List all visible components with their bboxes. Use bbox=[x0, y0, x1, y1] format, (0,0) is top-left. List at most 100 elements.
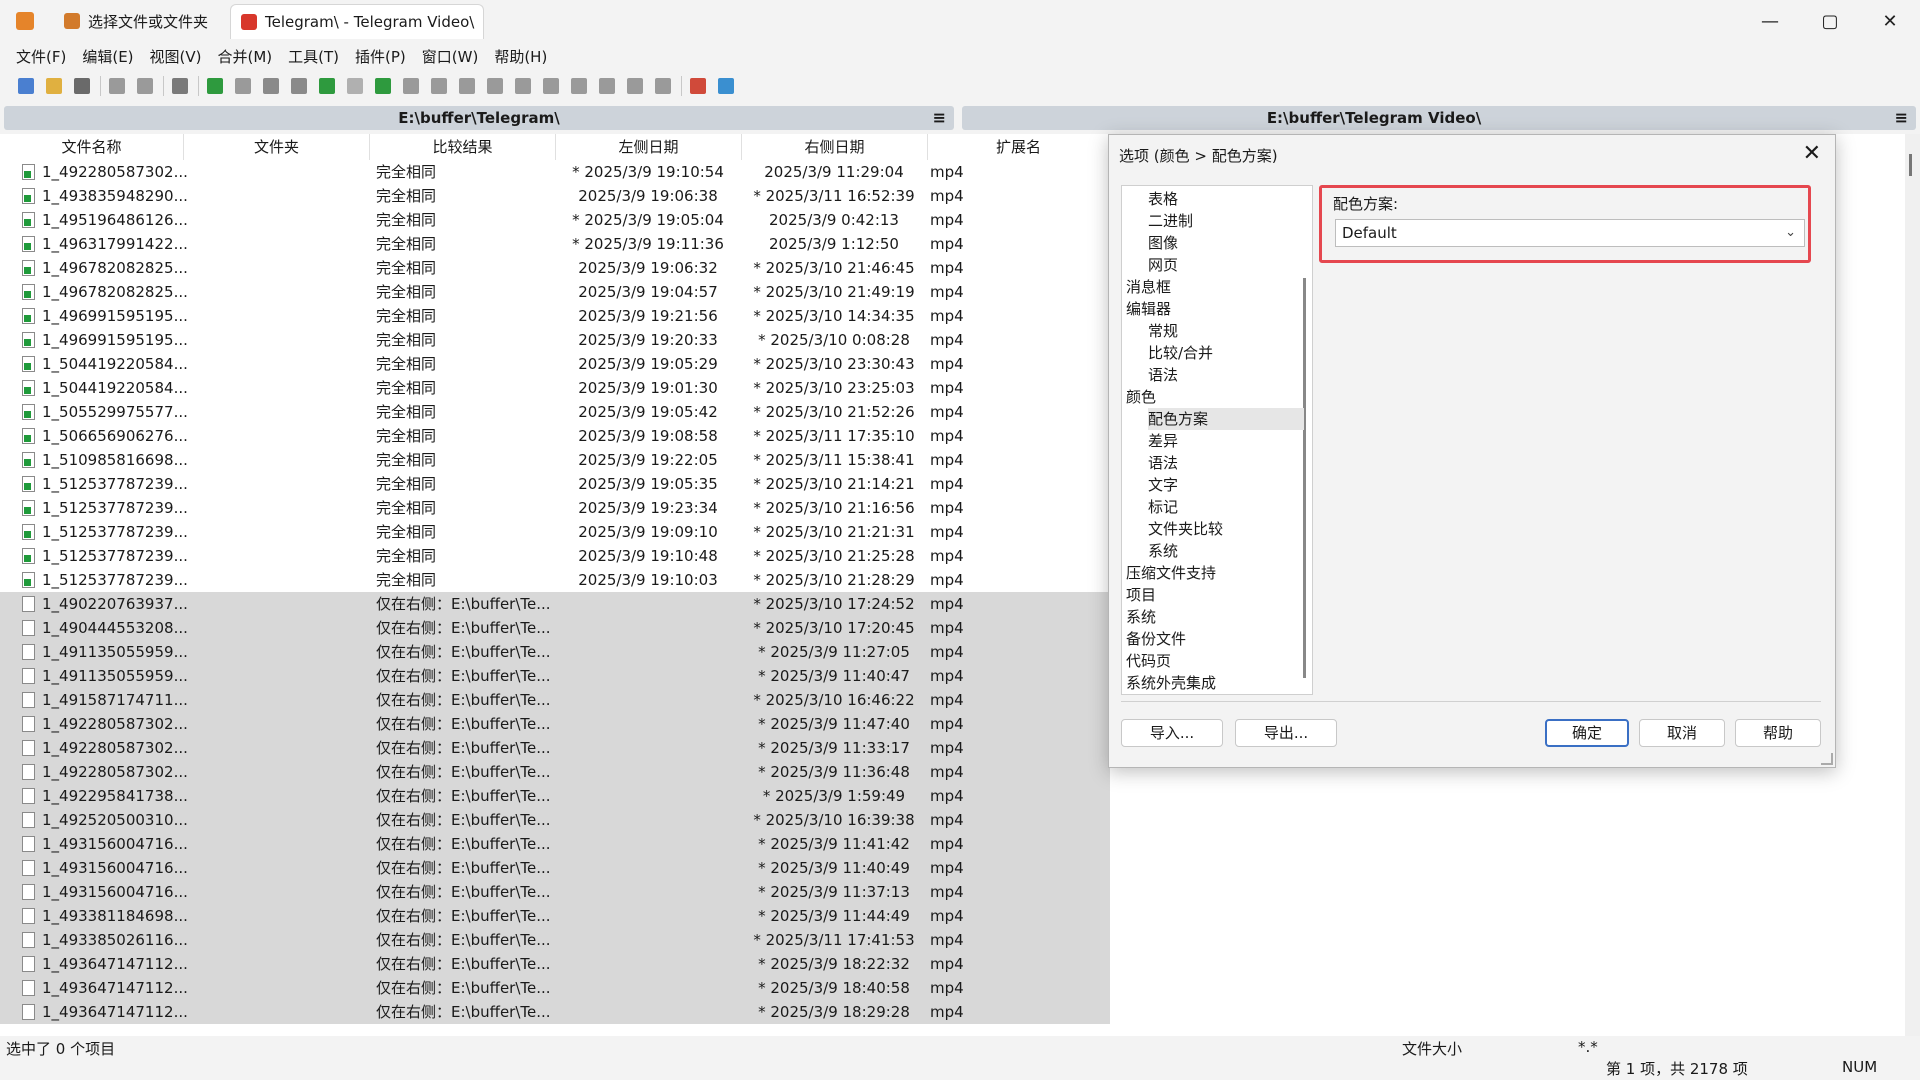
tree-item[interactable]: 编辑器 bbox=[1126, 298, 1304, 320]
tree-item[interactable]: 文件夹比较 bbox=[1148, 518, 1304, 540]
nav-icon-button[interactable] bbox=[567, 75, 591, 97]
nav-icon-button[interactable] bbox=[511, 75, 535, 97]
tree-item[interactable]: 备份文件 bbox=[1126, 628, 1304, 650]
table-row[interactable]: 1_493156004716... 仅在右侧：E:\buffer\Te... * 2… bbox=[0, 856, 1110, 880]
nav-icon-button[interactable] bbox=[399, 75, 423, 97]
maximize-button[interactable]: ▢ bbox=[1800, 0, 1860, 42]
column-header-1[interactable]: 文件夹 bbox=[184, 134, 370, 160]
table-row[interactable]: 1_493647147112... 仅在右侧：E:\buffer\Te... * 2… bbox=[0, 976, 1110, 1000]
table-row[interactable]: 1_512537787239... 完全相同 2025/3/9 19:23:34 * … bbox=[0, 496, 1110, 520]
column-header-2[interactable]: 比较结果 bbox=[370, 134, 556, 160]
tab-select-files[interactable]: 选择文件或文件夹 bbox=[58, 4, 228, 38]
tree-item[interactable]: 语法 bbox=[1148, 364, 1304, 386]
table-row[interactable]: 1_493647147112... 仅在右侧：E:\buffer\Te... * 2… bbox=[0, 952, 1110, 976]
print-icon-button[interactable] bbox=[168, 75, 192, 97]
column-header-5[interactable]: 扩展名 bbox=[928, 134, 1110, 160]
right-scrollbar[interactable] bbox=[1905, 134, 1920, 1036]
nav-icon-button[interactable] bbox=[539, 75, 563, 97]
help-button[interactable]: 帮助 bbox=[1735, 719, 1821, 747]
table-row[interactable]: 1_496782082825... 完全相同 2025/3/9 19:04:57 * … bbox=[0, 280, 1110, 304]
options-tree[interactable]: 表格 二进制 图像 网页 消息框 编辑器 常规 比较/合并 语法 颜色 配色方案 差异 语法 文字 标记 文件… bbox=[1121, 185, 1313, 695]
table-row[interactable]: 1_496782082825... 完全相同 2025/3/9 19:06:32 * … bbox=[0, 256, 1110, 280]
copy-right-icon-button[interactable] bbox=[259, 75, 283, 97]
tree-item[interactable]: 语法 bbox=[1148, 452, 1304, 474]
tree-item[interactable]: 颜色 bbox=[1126, 386, 1304, 408]
prev-diff-icon-button[interactable] bbox=[231, 75, 255, 97]
redo-icon-button[interactable] bbox=[133, 75, 157, 97]
tree-item[interactable]: 网页 bbox=[1148, 254, 1304, 276]
table-row[interactable]: 1_493385026116... 仅在右侧：E:\buffer\Te... * 2… bbox=[0, 928, 1110, 952]
table-row[interactable]: 1_492280587302... 仅在右侧：E:\buffer\Te... * 2… bbox=[0, 712, 1110, 736]
minimize-button[interactable]: — bbox=[1740, 0, 1800, 42]
table-row[interactable]: 1_493647147112... 仅在右侧：E:\buffer\Te... * 2… bbox=[0, 1000, 1110, 1024]
nav-icon-button[interactable] bbox=[651, 75, 675, 97]
table-row[interactable]: 1_491135055959... 仅在右侧：E:\buffer\Te... * 2… bbox=[0, 664, 1110, 688]
table-row[interactable]: 1_510985816698... 完全相同 2025/3/9 19:22:05 * … bbox=[0, 448, 1110, 472]
table-row[interactable]: 1_504419220584... 完全相同 2025/3/9 19:05:29 * … bbox=[0, 352, 1110, 376]
tree-item[interactable]: 系统外壳集成 bbox=[1126, 672, 1304, 694]
column-header-0[interactable]: 文件名称 bbox=[0, 134, 184, 160]
next-diff-icon-button[interactable] bbox=[203, 75, 227, 97]
export-button[interactable]: 导出... bbox=[1235, 719, 1337, 747]
table-row[interactable]: 1_512537787239... 完全相同 2025/3/9 19:05:35 * … bbox=[0, 472, 1110, 496]
undo-icon-button[interactable] bbox=[105, 75, 129, 97]
last-diff-icon-button[interactable] bbox=[343, 75, 367, 97]
tree-item[interactable]: 二进制 bbox=[1148, 210, 1304, 232]
table-row[interactable]: 1_492280587302... 仅在右侧：E:\buffer\Te... * 2… bbox=[0, 760, 1110, 784]
tree-item[interactable]: 差异 bbox=[1148, 430, 1304, 452]
menu-item-6[interactable]: 窗口(W) bbox=[414, 46, 487, 67]
table-row[interactable]: 1_496991595195... 完全相同 2025/3/9 19:21:56 * … bbox=[0, 304, 1110, 328]
open-icon-button[interactable] bbox=[42, 75, 66, 97]
scrollbar-thumb[interactable] bbox=[1909, 154, 1912, 176]
table-row[interactable]: 1_493156004716... 仅在右侧：E:\buffer\Te... * 2… bbox=[0, 832, 1110, 856]
close-window-button[interactable]: ✕ bbox=[1860, 0, 1920, 42]
tree-item[interactable]: 比较/合并 bbox=[1148, 342, 1304, 364]
table-row[interactable]: 1_505529975577... 完全相同 2025/3/9 19:05:42 * … bbox=[0, 400, 1110, 424]
left-path-menu-icon[interactable]: ≡ bbox=[933, 108, 946, 127]
save-icon-button[interactable] bbox=[70, 75, 94, 97]
tree-item[interactable]: 系统 bbox=[1126, 606, 1304, 628]
menu-item-0[interactable]: 文件(F) bbox=[8, 46, 74, 67]
ok-button[interactable]: 确定 bbox=[1545, 719, 1629, 747]
table-row[interactable]: 1_493835948290... 完全相同 2025/3/9 19:06:38 * … bbox=[0, 184, 1110, 208]
column-header-3[interactable]: 左侧日期 bbox=[556, 134, 742, 160]
cancel-button[interactable]: 取消 bbox=[1639, 719, 1725, 747]
tree-item[interactable]: 表格 bbox=[1148, 188, 1304, 210]
dialog-close-icon[interactable]: ✕ bbox=[1803, 141, 1821, 166]
merge-icon-button[interactable] bbox=[371, 75, 395, 97]
table-row[interactable]: 1_496991595195... 完全相同 2025/3/9 19:20:33 * … bbox=[0, 328, 1110, 352]
tree-item[interactable]: 压缩文件支持 bbox=[1126, 562, 1304, 584]
tree-item[interactable]: 图像 bbox=[1148, 232, 1304, 254]
tree-item[interactable]: 标记 bbox=[1148, 496, 1304, 518]
table-row[interactable]: 1_512537787239... 完全相同 2025/3/9 19:10:48 * … bbox=[0, 544, 1110, 568]
table-row[interactable]: 1_490444553208... 仅在右侧：E:\buffer\Te... * 2… bbox=[0, 616, 1110, 640]
table-row[interactable]: 1_496317991422... 完全相同 * 2025/3/9 19:11:36… bbox=[0, 232, 1110, 256]
nav-icon-button[interactable] bbox=[483, 75, 507, 97]
menu-item-5[interactable]: 插件(P) bbox=[347, 46, 414, 67]
table-row[interactable]: 1_504419220584... 完全相同 2025/3/9 19:01:30 * … bbox=[0, 376, 1110, 400]
table-row[interactable]: 1_493381184698... 仅在右侧：E:\buffer\Te... * 2… bbox=[0, 904, 1110, 928]
table-row[interactable]: 1_492280587302... 完全相同 * 2025/3/9 19:10:54… bbox=[0, 160, 1110, 184]
column-header-4[interactable]: 右侧日期 bbox=[742, 134, 928, 160]
app-logo-icon[interactable] bbox=[16, 12, 34, 30]
color-scheme-select[interactable]: Default ⌄ bbox=[1335, 219, 1805, 247]
table-row[interactable]: 1_512537787239... 完全相同 2025/3/9 19:09:10 * … bbox=[0, 520, 1110, 544]
table-row[interactable]: 1_490220763937... 仅在右侧：E:\buffer\Te... * 2… bbox=[0, 592, 1110, 616]
tree-item[interactable]: 常规 bbox=[1148, 320, 1304, 342]
compare-results-list[interactable]: 文件名称 文件夹 比较结果 左侧日期 右侧日期 扩展名 1_492280587302...… bbox=[0, 134, 1110, 1036]
resize-grip-icon[interactable] bbox=[1821, 753, 1833, 765]
table-row[interactable]: 1_492295841738... 仅在右侧：E:\buffer\Te... * 2… bbox=[0, 784, 1110, 808]
table-row[interactable]: 1_492280587302... 仅在右侧：E:\buffer\Te... * 2… bbox=[0, 736, 1110, 760]
nav-icon-button[interactable] bbox=[455, 75, 479, 97]
table-row[interactable]: 1_492520500310... 仅在右侧：E:\buffer\Te... * 2… bbox=[0, 808, 1110, 832]
tree-item[interactable]: 系统 bbox=[1148, 540, 1304, 562]
tree-item[interactable]: 文字 bbox=[1148, 474, 1304, 496]
table-row[interactable]: 1_491587174711... 仅在右侧：E:\buffer\Te... * 2… bbox=[0, 688, 1110, 712]
table-row[interactable]: 1_495196486126... 完全相同 * 2025/3/9 19:05:04… bbox=[0, 208, 1110, 232]
tree-item[interactable]: 消息框 bbox=[1126, 276, 1304, 298]
new-icon-button[interactable] bbox=[14, 75, 38, 97]
menu-item-2[interactable]: 视图(V) bbox=[142, 46, 210, 67]
right-path-menu-icon[interactable]: ≡ bbox=[1895, 108, 1908, 127]
tree-item[interactable]: 项目 bbox=[1126, 584, 1304, 606]
tree-item[interactable]: 代码页 bbox=[1126, 650, 1304, 672]
